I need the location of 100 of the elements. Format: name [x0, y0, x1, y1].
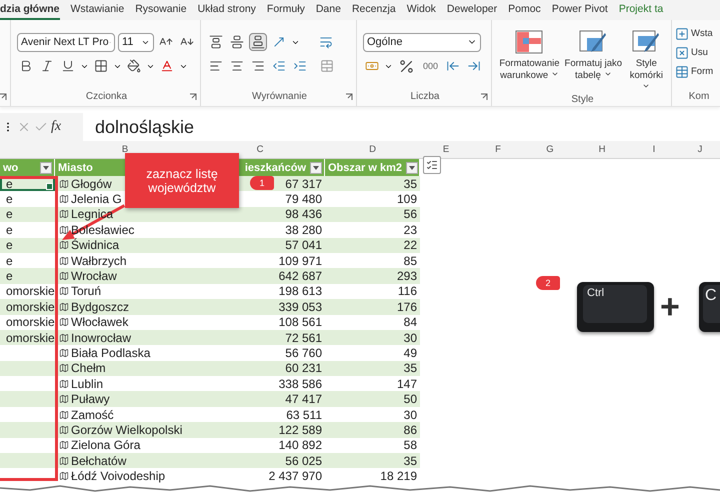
filter-button[interactable] — [40, 162, 52, 174]
map-icon — [59, 271, 69, 282]
group-label: Style — [571, 94, 594, 105]
column-letter[interactable]: B — [122, 144, 128, 155]
merge-cells-icon — [320, 59, 334, 73]
ribbon-tab[interactable]: Rysowanie — [135, 3, 187, 20]
group-label: Kom — [688, 91, 710, 102]
font-size-select[interactable]: 11 — [118, 32, 154, 52]
fill-color-button[interactable] — [125, 57, 143, 75]
quick-analysis-icon[interactable] — [423, 156, 441, 174]
vertical-align-button[interactable] — [207, 33, 225, 51]
map-icon — [59, 471, 69, 482]
city-name: Biała Podlaska — [71, 346, 150, 360]
wrap-text-icon — [319, 35, 333, 49]
column-letter[interactable]: D — [369, 144, 376, 155]
city-name: Wrocław — [71, 269, 117, 284]
vertical-align-button[interactable] — [249, 33, 267, 51]
caret-icon — [550, 70, 559, 78]
column-letter[interactable]: H — [598, 144, 606, 155]
step-badge: 1 — [250, 176, 274, 190]
ribbon-tab[interactable]: Układ strony — [198, 3, 256, 20]
formula-input[interactable]: dolnośląskie — [83, 113, 720, 141]
ribbon-tab[interactable]: Recenzja — [352, 3, 396, 20]
indent-decrease-icon — [272, 59, 286, 73]
city-name: Wałbrzych — [71, 254, 127, 268]
table-cell: 642 687 — [195, 268, 325, 284]
header-text: Obszar w km2 — [328, 162, 402, 174]
city-name: Zamość — [71, 408, 114, 422]
map-icon — [59, 224, 69, 235]
map-icon — [59, 256, 69, 266]
table-cell: 293 — [325, 268, 420, 284]
table-cell: 60 231 — [195, 360, 325, 376]
keyboard-key: C — [699, 282, 720, 332]
table-cell: 57 041 — [195, 238, 325, 253]
column-letter[interactable]: C — [256, 144, 264, 155]
cells-button[interactable]: Wsta — [675, 24, 720, 43]
group-label: Wyrównanie — [252, 91, 307, 102]
column-letter[interactable]: J — [698, 144, 702, 155]
city-name: Toruń — [71, 284, 102, 298]
cancel-icon — [17, 120, 31, 134]
dialog-launcher-icon[interactable] — [345, 93, 353, 101]
table-cell: 35 — [325, 453, 420, 468]
align-center-icon — [230, 59, 244, 73]
ribbon-tab[interactable]: Power Pivot — [552, 3, 608, 20]
table-cell: e — [0, 268, 55, 284]
insert-cells-icon — [675, 26, 689, 40]
number-format-select[interactable]: Ogólne — [363, 32, 481, 52]
bold-icon — [19, 59, 33, 73]
insert-function-button[interactable]: fx — [51, 119, 62, 135]
table-cell: 47 417 — [195, 391, 325, 407]
font-name-select[interactable]: Avenir Next LT Pro — [17, 32, 115, 52]
map-icon — [59, 209, 69, 220]
ribbon-tab[interactable]: Formuły — [266, 3, 305, 20]
table-cell: omorskie — [0, 299, 55, 315]
align-middle-icon — [230, 35, 244, 49]
styles-button[interactable]: Formatuj jako tabelę — [562, 30, 624, 82]
city-name: Zielona Góra — [71, 438, 140, 452]
cells-button[interactable]: Form — [675, 62, 720, 81]
map-icon — [59, 332, 69, 343]
cells-button[interactable]: Usu — [675, 43, 720, 62]
table-brush-icon — [579, 30, 608, 54]
ribbon-tab[interactable]: Projekt ta — [618, 3, 664, 20]
map-icon — [59, 410, 69, 420]
map-icon — [59, 363, 69, 374]
caret-icon — [408, 166, 415, 170]
caret-icon — [642, 82, 650, 90]
column-letter[interactable]: I — [652, 144, 656, 155]
table-cell: 339 053 — [195, 299, 325, 315]
dialog-launcher-icon[interactable] — [0, 93, 7, 101]
map-icon — [59, 317, 69, 328]
ribbon-tab[interactable]: Dane — [316, 3, 341, 20]
vertical-align-button[interactable] — [228, 33, 246, 51]
table-cell: 50 — [325, 391, 420, 407]
map-icon — [59, 286, 69, 296]
dialog-launcher-icon[interactable] — [189, 93, 197, 101]
map-icon — [59, 348, 69, 358]
column-letter[interactable]: F — [495, 144, 501, 155]
styles-button[interactable]: Formatowanie warunkowe — [498, 30, 561, 82]
column-letter[interactable]: E — [442, 144, 450, 155]
dialog-launcher-icon[interactable] — [480, 93, 488, 101]
align-bottom-icon — [251, 35, 265, 49]
styles-button[interactable]: Style komórki — [626, 30, 667, 94]
filter-button[interactable] — [310, 162, 322, 174]
fill-handle[interactable] — [46, 183, 53, 190]
table-cell: e — [0, 206, 55, 222]
ribbon-tab[interactable]: Deweloper — [446, 3, 498, 20]
thousands-separator-button[interactable]: 000 — [420, 61, 442, 71]
ribbon-tab[interactable]: Widok — [406, 3, 436, 20]
map-icon — [59, 240, 69, 250]
caret-icon — [313, 166, 319, 170]
ribbon-tab[interactable]: Pomoc — [508, 3, 541, 20]
arrow-left-icon — [446, 59, 460, 73]
ribbon-tab[interactable]: Wstawianie — [70, 3, 124, 20]
filter-button[interactable] — [406, 162, 418, 174]
align-left-icon — [209, 59, 223, 73]
city-name: Włocławek — [71, 315, 128, 330]
font-color-icon — [160, 59, 174, 73]
table-cell: 98 436 — [195, 206, 325, 222]
diagonal-arrow-icon — [272, 35, 286, 49]
column-letter[interactable]: G — [546, 144, 554, 155]
